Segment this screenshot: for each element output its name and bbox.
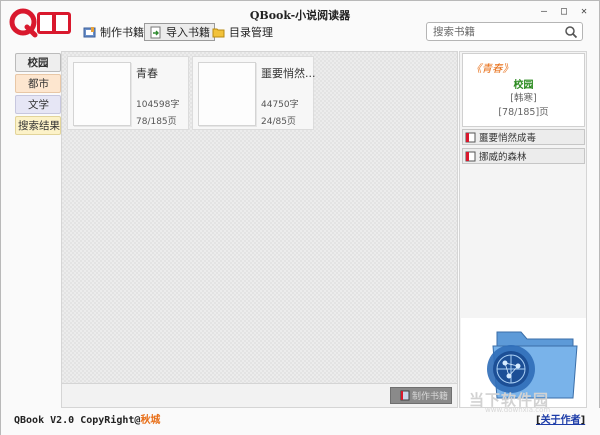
copyright-prefix: QBook V2.0 CopyRight@ [14,415,141,426]
book-word-count: 104598字 [136,100,180,110]
book-title: 噩要悄然... [261,67,316,80]
maximize-icon[interactable]: □ [557,5,571,19]
book-edit-icon [83,26,96,39]
nav-item-campus[interactable]: 校园 [15,53,61,72]
make-book-button[interactable]: 制作书籍 [390,387,452,404]
book-page-progress: 78/185页 [136,117,177,127]
close-icon[interactable]: ✕ [577,5,591,19]
about-author-label: 关于作者 [540,415,581,426]
book-grid: 青春 104598字 78/185页 噩要悄然... 44750字 24/85页 [61,51,458,384]
recent-book-label: 挪威的森林 [479,152,527,163]
info-book-author: [韩寒] [510,93,537,104]
app-window: QBook-小说阅读器 – □ ✕ 制作书籍 导入书籍 目录管理 校园 都市 文… [0,0,600,435]
recent-book-item[interactable]: 挪威的森林 [462,148,585,164]
directory-manage-label: 目录管理 [229,26,273,39]
search-box[interactable] [426,22,583,41]
import-book-toolbar-button[interactable]: 导入书籍 [144,23,215,41]
book-icon [465,132,476,143]
book-word-count: 44750字 [261,100,299,110]
make-book-toolbar-button[interactable]: 制作书籍 [79,23,148,41]
window-controls: – □ ✕ [537,5,591,19]
minimize-icon[interactable]: – [537,5,551,19]
nav-item-search-results[interactable]: 搜索结果 [15,116,61,135]
recent-book-item[interactable]: 噩要悄然成毒 [462,129,585,145]
watermark-url: www.downxia.com [485,406,551,414]
book-info-card: 《青春》 校园 [韩寒] [78/185]页 [462,53,585,127]
book-card[interactable]: 噩要悄然... 44750字 24/85页 [192,56,316,130]
search-icon[interactable] [564,25,578,39]
book-grid-footer: 制作书籍 [61,384,458,408]
info-book-title: 《青春》 [471,63,513,75]
directory-manage-toolbar-button[interactable]: 目录管理 [208,23,277,41]
make-book-button-label: 制作书籍 [411,392,448,402]
about-bracket-close: ] [580,415,586,426]
book-title: 青春 [136,67,158,80]
recent-book-label: 噩要悄然成毒 [479,133,537,144]
nav-item-city[interactable]: 都市 [15,74,61,93]
book-cover [198,62,256,126]
info-book-progress: [78/185]页 [498,107,549,118]
import-book-label: 导入书籍 [166,26,210,39]
copyright-text: QBook V2.0 CopyRight@秋城 [14,411,160,426]
info-book-category: 校园 [513,80,534,91]
book-cover [73,62,131,126]
category-nav: 校园 都市 文学 搜索结果 [15,53,61,137]
nav-item-literature[interactable]: 文学 [15,95,61,114]
app-title: QBook-小说阅读器 [249,9,351,22]
book-info-panel: 《青春》 校园 [韩寒] [78/185]页 噩要悄然成毒 挪威的森林 [459,51,587,408]
book-card[interactable]: 青春 104598字 78/185页 [67,56,189,130]
search-input[interactable] [433,25,561,38]
book-icon [400,390,410,401]
make-book-label: 制作书籍 [100,26,144,39]
copyright-author: 秋城 [140,415,161,426]
folder-icon [212,26,225,39]
book-page-progress: 24/85页 [261,117,296,127]
book-icon [465,151,476,162]
import-icon [149,26,162,39]
